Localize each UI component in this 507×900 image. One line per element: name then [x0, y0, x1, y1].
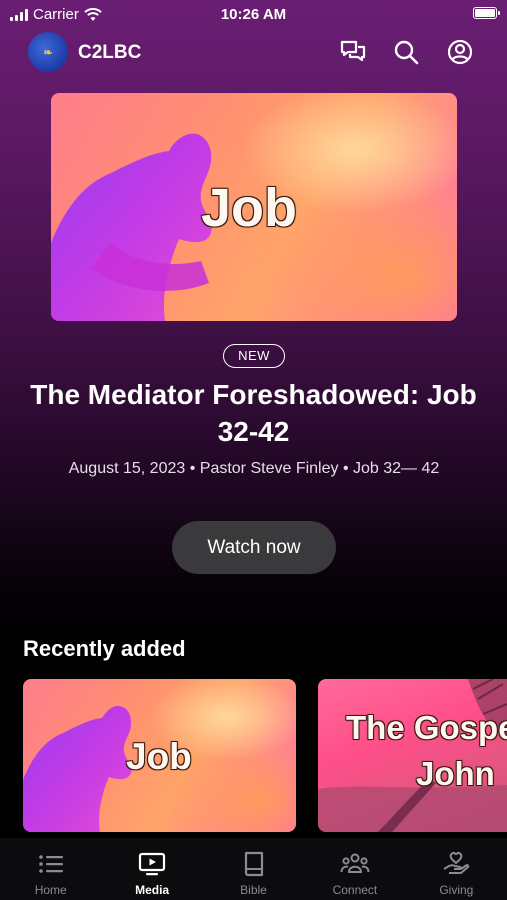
heart-hand-icon [443, 851, 470, 874]
tab-label: Giving [439, 883, 474, 897]
bottom-tab-bar: Home Media Bible Connect Giving [0, 838, 507, 900]
artwork-title: Job [201, 178, 298, 238]
tab-label: Home [34, 883, 67, 897]
tab-giving[interactable]: Giving [406, 838, 507, 900]
tab-media[interactable]: Media [101, 838, 202, 900]
sermon-title: The Mediator Foreshadowed: Job 32-42 [30, 379, 477, 447]
card-artwork-title: Job [126, 736, 192, 777]
new-badge: NEW [223, 344, 285, 368]
play-tv-icon [139, 852, 166, 876]
tab-label: Connect [332, 883, 378, 897]
watch-now-button[interactable]: Watch now [172, 521, 336, 574]
account-icon[interactable] [446, 38, 474, 66]
card-artwork-title-line1: The Gospe [346, 709, 507, 746]
people-icon [340, 853, 370, 873]
brand-name: C2LBC [78, 42, 142, 63]
logo-glyph: ❧ [43, 46, 53, 59]
list-icon [38, 855, 63, 873]
card-artwork-title-line2: John [416, 755, 495, 792]
sermon-meta: August 15, 2023 • Pastor Steve Finley • … [68, 460, 440, 477]
status-time: 10:26 AM [220, 6, 287, 23]
media-card-gospel-john[interactable]: The Gospe John [318, 679, 507, 832]
battery-icon [473, 7, 500, 19]
status-bar: Carrier 10:26 AM [0, 0, 507, 30]
tab-label: Bible [240, 883, 267, 897]
tab-bible[interactable]: Bible [203, 838, 304, 900]
book-icon [244, 851, 263, 877]
church-logo[interactable]: ❧ [28, 32, 68, 72]
chat-icon[interactable] [339, 38, 367, 66]
search-icon[interactable] [392, 38, 420, 66]
tab-home[interactable]: Home [0, 838, 101, 900]
media-card-job[interactable]: Job [23, 679, 296, 832]
featured-artwork[interactable]: Job [51, 93, 457, 321]
recently-added-heading: Recently added [23, 636, 186, 661]
tab-connect[interactable]: Connect [304, 838, 405, 900]
tab-label: Media [135, 883, 170, 897]
